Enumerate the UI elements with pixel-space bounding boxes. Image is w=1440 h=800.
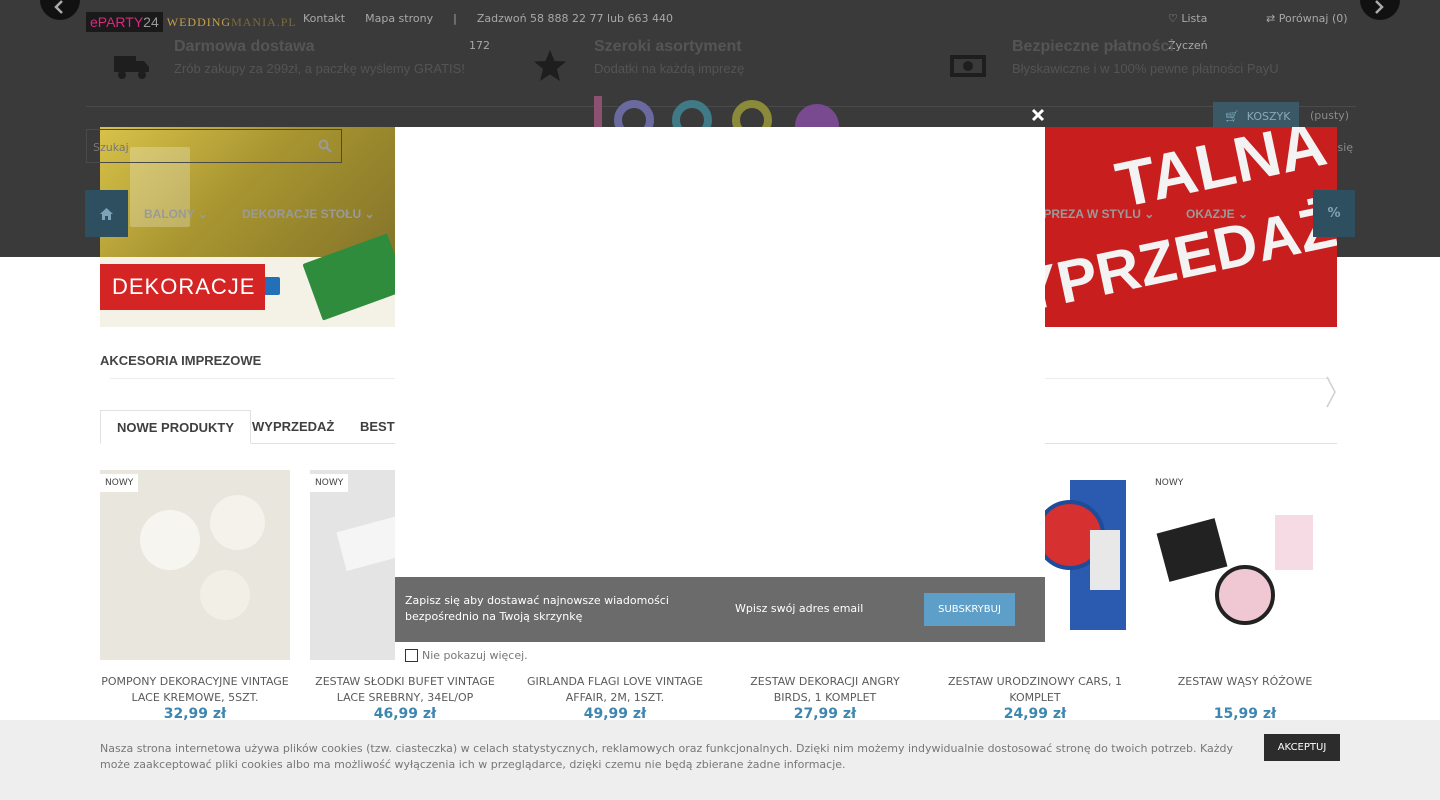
cookie-accept-button[interactable]: AKCEPTUJ (1264, 734, 1340, 761)
backdrop-mid (0, 257, 1440, 720)
close-icon[interactable] (1030, 107, 1046, 123)
cookie-text: Nasza strona internetowa używa plików co… (100, 742, 1233, 771)
